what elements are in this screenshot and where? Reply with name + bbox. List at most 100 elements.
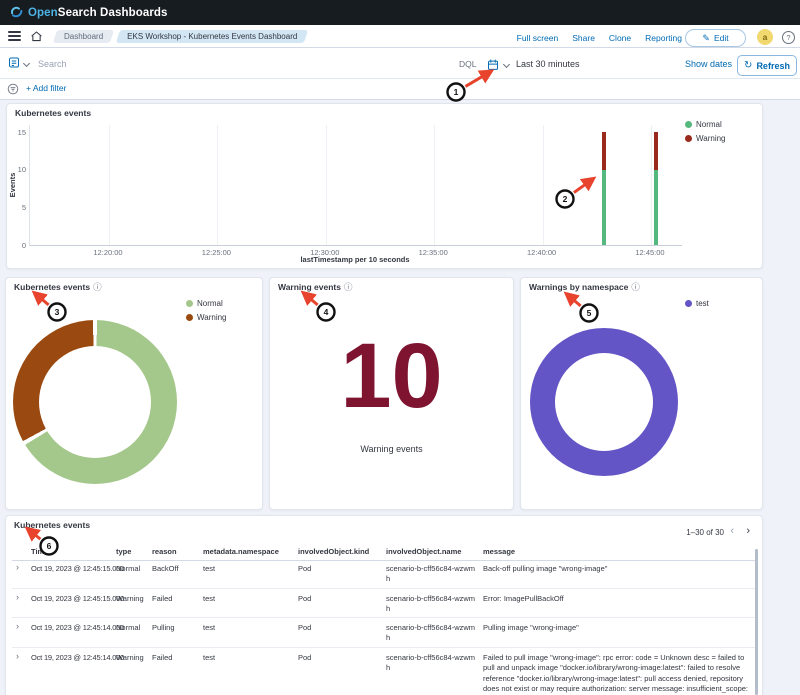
saved-query-icon[interactable] — [8, 56, 20, 74]
bar-normal[interactable] — [654, 170, 658, 245]
cell-message: Pulling image "wrong-image" — [481, 618, 756, 647]
panel-title: Kubernetes events — [15, 108, 91, 118]
legend-label: Warning — [696, 134, 726, 143]
table-row: Oct 19, 2023 @ 12:45:15.000NormalBackOff… — [12, 559, 756, 589]
scrollbar[interactable] — [755, 549, 758, 695]
home-icon[interactable] — [30, 30, 43, 48]
panel-title: Kubernetes events — [14, 282, 102, 292]
cell-name: scenario-b-cff56c84-wzwmh — [384, 589, 481, 617]
cell-message: Error: ImagePullBackOff — [481, 589, 756, 617]
table-row: Oct 19, 2023 @ 12:45:14.000WarningFailed… — [12, 648, 756, 695]
legend-dot — [186, 300, 193, 307]
panel-kubernetes-events-histogram: Kubernetes events Events 12:20:0012:25:0… — [6, 103, 763, 269]
legend-item[interactable]: Warning — [685, 134, 726, 143]
x-axis-title: lastTimestamp per 10 seconds — [275, 255, 435, 264]
gridline — [651, 125, 652, 245]
breadcrumb-dashboard[interactable]: Dashboard — [55, 30, 112, 43]
breadcrumb: Dashboard EKS Workshop - Kubernetes Even… — [55, 30, 306, 43]
cell-namespace: test — [201, 589, 296, 617]
bar-warning[interactable] — [602, 132, 606, 170]
column-header[interactable]: involvedObject.name — [384, 544, 481, 560]
cell-reason: BackOff — [150, 559, 201, 588]
expand-row-icon[interactable] — [12, 589, 29, 617]
cell-time: Oct 19, 2023 @ 12:45:14.000 — [29, 648, 114, 695]
metric-value: 10 — [270, 330, 513, 422]
panel-kubernetes-events-donut: Kubernetes events Normal Warning — [5, 277, 263, 510]
column-header[interactable]: Time — [29, 544, 114, 560]
column-header[interactable]: message — [481, 544, 756, 560]
add-filter-link[interactable]: + Add filter — [26, 83, 66, 93]
filter-icon[interactable] — [7, 82, 19, 100]
breadcrumb-current-dashboard[interactable]: EKS Workshop - Kubernetes Events Dashboa… — [118, 30, 306, 43]
menu-icon[interactable] — [8, 31, 21, 41]
avatar[interactable]: a — [757, 29, 773, 45]
bar-warning[interactable] — [654, 132, 658, 170]
y-tick-label: 10 — [12, 165, 26, 174]
next-page-icon[interactable] — [746, 525, 750, 537]
legend-label: Normal — [197, 299, 223, 308]
clone-link[interactable]: Clone — [609, 33, 631, 43]
gridline — [434, 125, 435, 245]
cell-reason: Failed — [150, 648, 201, 695]
namespace-donut-chart[interactable] — [530, 328, 678, 476]
expand-row-icon[interactable] — [12, 559, 29, 588]
cell-name: scenario-b-cff56c84-wzwmh — [384, 559, 481, 588]
cell-kind: Pod — [296, 648, 384, 695]
expand-row-icon[interactable] — [12, 648, 29, 695]
panel-title: Warnings by namespace — [529, 282, 640, 292]
cell-name: scenario-b-cff56c84-wzwmh — [384, 648, 481, 695]
panel-kubernetes-events-table: Kubernetes events 1–30 of 30 Timetyperea… — [5, 515, 763, 695]
column-header[interactable]: metadata.namespace — [201, 544, 296, 560]
share-link[interactable]: Share — [572, 33, 595, 43]
table-body: Oct 19, 2023 @ 12:45:15.000NormalBackOff… — [12, 559, 756, 695]
expand-row-icon[interactable] — [12, 618, 29, 647]
cell-reason: Failed — [150, 589, 201, 617]
legend-item[interactable]: Normal — [685, 120, 726, 129]
cell-time: Oct 19, 2023 @ 12:45:14.000 — [29, 618, 114, 647]
cell-type: Normal — [114, 559, 150, 588]
legend-item[interactable]: test — [685, 299, 709, 308]
cell-type: Warning — [114, 648, 150, 695]
reporting-link[interactable]: Reporting — [645, 33, 682, 43]
gridline — [326, 125, 327, 245]
cell-time: Oct 19, 2023 @ 12:45:15.000 — [29, 559, 114, 588]
y-tick-label: 5 — [12, 203, 26, 212]
refresh-icon — [744, 60, 752, 71]
full-screen-link[interactable]: Full screen — [517, 33, 559, 43]
cell-namespace: test — [201, 618, 296, 647]
dql-selector[interactable]: DQL — [459, 59, 476, 69]
column-header[interactable]: type — [114, 544, 150, 560]
cell-message: Failed to pull image "wrong-image": rpc … — [481, 648, 756, 695]
panel-title: Warning events — [278, 282, 353, 292]
cell-kind: Pod — [296, 618, 384, 647]
expander-header — [12, 544, 29, 560]
events-histogram-plot[interactable] — [29, 125, 682, 246]
previous-page-icon[interactable] — [730, 525, 734, 537]
search-input[interactable]: Search — [38, 59, 67, 69]
calendar-icon[interactable] — [487, 58, 499, 76]
cell-type: Normal — [114, 618, 150, 647]
legend-dot — [685, 300, 692, 307]
legend-label: test — [696, 299, 709, 308]
info-icon[interactable] — [631, 283, 640, 292]
help-icon[interactable] — [782, 31, 795, 44]
column-header[interactable]: reason — [150, 544, 201, 560]
time-range-value[interactable]: Last 30 minutes — [516, 59, 580, 69]
cell-namespace: test — [201, 559, 296, 588]
table-row: Oct 19, 2023 @ 12:45:14.000Normal Pulling… — [12, 618, 756, 648]
show-dates-link[interactable]: Show dates — [685, 59, 732, 69]
legend-item[interactable]: Warning — [186, 313, 227, 322]
legend-label: Normal — [696, 120, 722, 129]
table-row: Oct 19, 2023 @ 12:45:15.000WarningFailed… — [12, 589, 756, 618]
legend-item[interactable]: Normal — [186, 299, 227, 308]
bar-normal[interactable] — [602, 170, 606, 245]
histogram-legend: Normal Warning — [685, 120, 726, 143]
events-donut-chart[interactable] — [13, 320, 177, 484]
info-icon[interactable] — [93, 283, 102, 292]
refresh-button[interactable]: Refresh — [737, 55, 797, 76]
column-header[interactable]: involvedObject.kind — [296, 544, 384, 560]
cell-name: scenario-b-cff56c84-wzwmh — [384, 618, 481, 647]
info-icon[interactable] — [344, 283, 353, 292]
edit-button[interactable]: Edit — [685, 29, 746, 47]
sort-descending-icon[interactable] — [50, 549, 55, 555]
